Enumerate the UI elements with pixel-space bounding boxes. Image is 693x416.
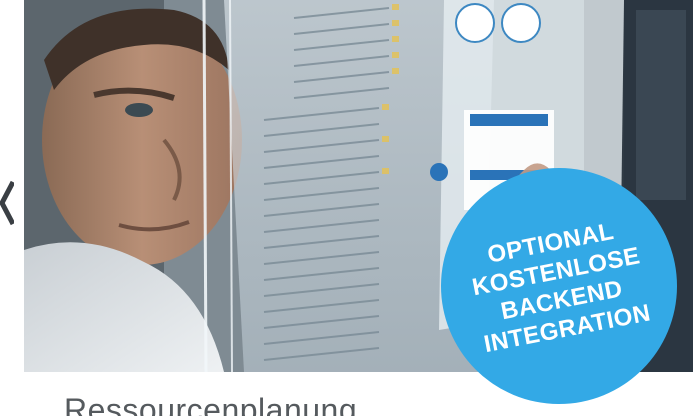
slide-caption: Ressourcenplanung [64,392,358,416]
chevron-left-icon [0,178,14,228]
slider-prev-button[interactable] [0,178,14,228]
